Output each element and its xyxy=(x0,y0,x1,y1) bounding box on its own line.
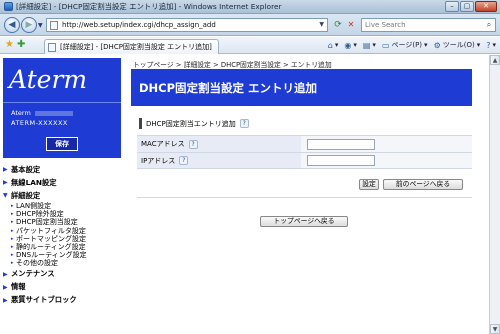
main-content: トップページ > 詳細設定 > DHCP固定割当設定 > エントリ追加 DHCP… xyxy=(131,55,489,334)
sidebar-item-wireless[interactable]: ▶ 無線LAN設定 xyxy=(3,176,121,189)
device-name: Aterm xyxy=(11,109,73,117)
set-button[interactable]: 設定 xyxy=(359,179,379,190)
recent-pages-dropdown-icon[interactable]: ▼ xyxy=(38,22,43,29)
triangle-right-icon: ▶ xyxy=(3,283,8,291)
print-icon: ▤ xyxy=(362,40,371,50)
stop-icon[interactable]: ✕ xyxy=(345,19,357,31)
logo-divider xyxy=(3,102,121,103)
help-icon[interactable]: ? xyxy=(239,119,249,128)
page-menu[interactable]: ▭ ページ(P) ▾ xyxy=(382,40,428,50)
save-button[interactable]: 保存 xyxy=(46,137,78,151)
sidebar: Aterm Aterm ATERM-XXXXXX 保存 ▶ 基本設定 ▶ 無線LAN… xyxy=(0,55,124,334)
entry-form: MACアドレス? IPアドレス? xyxy=(137,135,472,169)
device-model: ATERM-XXXXXX xyxy=(11,119,68,127)
sidebar-item-label: 悪質サイトブロック xyxy=(11,295,77,304)
mac-label: MACアドレス? xyxy=(137,136,301,152)
home-button[interactable]: ⌂ ▾ xyxy=(328,41,339,50)
address-toolbar: ◀ ▶ ▼ http://web.setup/index.cgi/dhcp_as… xyxy=(0,14,500,36)
tools-menu-label: ツール(O) xyxy=(442,41,475,49)
search-icon[interactable]: ⌕ xyxy=(483,20,495,30)
tab-current[interactable]: [詳細設定] - [DHCP固定割当設定 エントリ追加] xyxy=(44,39,219,54)
sidebar-item-label: 情報 xyxy=(11,282,26,291)
search-placeholder: Live Search xyxy=(365,21,406,29)
logo-panel: Aterm Aterm ATERM-XXXXXX 保存 xyxy=(3,58,121,158)
page-header: DHCP固定割当設定 エントリ追加 xyxy=(131,69,472,106)
ip-address-field[interactable] xyxy=(307,155,375,166)
triangle-right-icon: ▶ xyxy=(3,296,8,304)
top-page-button[interactable]: トップページへ戻る xyxy=(260,216,348,227)
sidebar-menu: ▶ 基本設定 ▶ 無線LAN設定 ▼ 詳細設定 ▸ LAN側設定 ▸ DHCP除外設定 ▸… xyxy=(3,163,121,307)
device-name-redacted xyxy=(34,110,73,116)
triangle-right-icon: ▶ xyxy=(3,179,8,186)
command-buttons: ⌂ ▾ ◉ ▾ ▤ ▾ ▭ ページ(P) ▾ ⚙ ツール(O) ▾ ? ▾ xyxy=(328,40,496,50)
rss-icon: ◉ xyxy=(344,40,352,50)
help-circle-icon: ? xyxy=(486,40,491,50)
help-icon[interactable]: ? xyxy=(188,139,198,149)
close-button[interactable]: ✕ xyxy=(475,1,497,12)
favorites-star-icon[interactable]: ★ xyxy=(5,39,14,51)
triangle-right-icon: ▶ xyxy=(3,166,8,173)
minimize-button[interactable]: – xyxy=(445,1,459,12)
aterm-logo: Aterm xyxy=(9,65,88,94)
sidebar-item-label: メンテナンス xyxy=(11,269,55,278)
help-menu[interactable]: ? ▾ xyxy=(486,41,496,50)
sidebar-item-maintenance[interactable]: ▶ メンテナンス xyxy=(3,268,121,281)
search-input[interactable]: Live Search ⌕ xyxy=(361,18,496,32)
subitem-label: その他の設定 xyxy=(16,259,58,268)
device-name-label: Aterm xyxy=(11,109,31,117)
sidebar-item-advanced[interactable]: ▼ 詳細設定 xyxy=(3,189,121,202)
command-bar: ★ ✚ [詳細設定] - [DHCP固定割当設定 エントリ追加] ⌂ ▾ ◉ ▾ ▤… xyxy=(0,37,500,54)
triangle-right-icon: ▶ xyxy=(3,270,8,278)
ie-icon xyxy=(4,2,13,11)
sidebar-item-basic[interactable]: ▶ 基本設定 xyxy=(3,163,121,176)
sidebar-item-info[interactable]: ▶ 情報 xyxy=(3,281,121,294)
form-row-ip: IPアドレス? xyxy=(137,152,472,169)
page-icon xyxy=(50,20,58,30)
address-field[interactable]: http://web.setup/index.cgi/dhcp_assign_a… xyxy=(46,18,328,32)
vertical-scrollbar[interactable]: ▲ ▼ xyxy=(489,55,500,334)
page-viewport: Aterm Aterm ATERM-XXXXXX 保存 ▶ 基本設定 ▶ 無線LAN… xyxy=(0,55,489,334)
add-favorite-icon[interactable]: ✚ xyxy=(17,39,25,51)
feeds-button[interactable]: ◉ ▾ xyxy=(344,41,357,50)
page-title: DHCP固定割当設定 エントリ追加 xyxy=(139,81,318,95)
url-text: http://web.setup/index.cgi/dhcp_assign_a… xyxy=(62,21,216,29)
sidebar-item-label: 無線LAN設定 xyxy=(11,177,57,187)
sidebar-item-label: 基本設定 xyxy=(11,164,41,174)
sidebar-item-label: 詳細設定 xyxy=(11,190,41,200)
divider xyxy=(137,197,472,198)
window-titlebar: [詳細設定] - [DHCP固定割当設定 エントリ追加] - Windows I… xyxy=(0,0,500,14)
forward-arrow-icon[interactable]: ▶ xyxy=(21,17,37,33)
ip-label: IPアドレス? xyxy=(137,153,301,168)
chevron-down-icon[interactable]: ▼ xyxy=(319,21,324,28)
page-menu-icon: ▭ xyxy=(381,40,390,50)
back-arrow-icon[interactable]: ◀ xyxy=(4,17,20,33)
mac-value-cell xyxy=(301,136,472,152)
sidebar-item-site-block[interactable]: ▶ 悪質サイトブロック xyxy=(3,294,121,307)
scroll-down-icon[interactable]: ▼ xyxy=(490,324,500,334)
window-controls: – ▢ ✕ xyxy=(445,1,497,12)
page-menu-label: ページ(P) xyxy=(391,41,423,49)
tab-label: [詳細設定] - [DHCP固定割当設定 エントリ追加] xyxy=(60,43,212,51)
breadcrumb: トップページ > 詳細設定 > DHCP固定割当設定 > エントリ追加 xyxy=(133,61,332,69)
mac-label-text: MACアドレス xyxy=(141,140,185,148)
print-button[interactable]: ▤ ▾ xyxy=(363,41,376,50)
tab-page-icon xyxy=(48,42,56,52)
refresh-icon[interactable]: ⟳ xyxy=(332,19,344,31)
sidebar-subitem-other[interactable]: ▸ その他の設定 xyxy=(3,259,121,267)
section-title: DHCP固定割当エントリ追加 ? xyxy=(139,118,249,129)
tools-menu[interactable]: ⚙ ツール(O) ▾ xyxy=(434,40,481,50)
home-icon: ⌂ xyxy=(327,40,333,50)
form-row-mac: MACアドレス? xyxy=(137,135,472,152)
gear-icon: ⚙ xyxy=(433,40,441,50)
back-button[interactable]: 前のページへ戻る xyxy=(383,179,463,190)
ip-label-text: IPアドレス xyxy=(141,156,176,165)
maximize-button[interactable]: ▢ xyxy=(460,1,474,12)
section-title-text: DHCP固定割当エントリ追加 xyxy=(146,119,236,128)
scroll-up-icon[interactable]: ▲ xyxy=(490,55,500,65)
ip-value-cell xyxy=(301,153,472,168)
help-icon[interactable]: ? xyxy=(179,156,189,165)
triangle-down-icon: ▼ xyxy=(3,192,8,199)
mac-address-field[interactable] xyxy=(307,138,375,150)
window-title: [詳細設定] - [DHCP固定割当設定 エントリ追加] - Windows I… xyxy=(16,2,282,11)
